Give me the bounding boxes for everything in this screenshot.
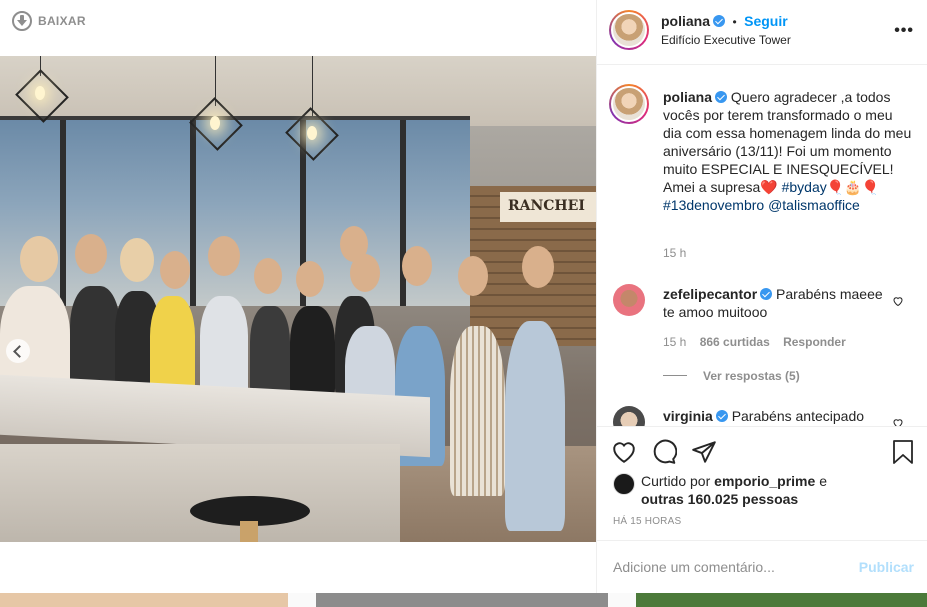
post-photo[interactable]: RANCHEI <box>0 56 596 542</box>
liker-avatar[interactable] <box>613 473 635 495</box>
header-separator: • <box>732 15 737 29</box>
photo-window <box>0 116 470 306</box>
comment-time[interactable]: 15 h <box>663 335 686 349</box>
verified-icon <box>715 410 728 422</box>
related-post-thumb[interactable] <box>0 593 288 607</box>
mention-talismaoffice[interactable]: @talismaoffice <box>768 197 860 213</box>
likes-prefix: Curtido por <box>641 473 711 489</box>
related-post-thumb[interactable] <box>316 593 608 607</box>
previous-photo-button[interactable] <box>6 339 30 363</box>
add-comment-bar: Publicar <box>597 540 927 593</box>
likes-connector: e <box>819 473 827 489</box>
person <box>150 296 195 396</box>
hashtag-byday[interactable]: #byday🎈🎂🎈 <box>782 179 879 195</box>
comment-input[interactable] <box>613 557 843 577</box>
caption-username[interactable]: poliana <box>663 89 712 105</box>
person-head <box>208 236 240 276</box>
caption-time[interactable]: 15 h <box>663 246 686 260</box>
download-button[interactable]: BAIXAR <box>12 11 86 31</box>
caption: poliana Quero agradecer ,a todos vocês p… <box>663 88 913 214</box>
likes-summary: Curtido por emporio_prime e outras 160.0… <box>641 472 827 508</box>
post-side-panel: poliana • Seguir Edifício Executive Towe… <box>596 0 927 593</box>
related-post-thumb[interactable] <box>636 593 927 607</box>
person-head <box>350 254 380 292</box>
photo-stool-leg <box>240 521 258 542</box>
post-media-area: BAIXAR RANCHEI <box>0 0 596 593</box>
lamp-cord <box>312 56 313 116</box>
person <box>250 306 290 396</box>
replies-line <box>663 375 687 376</box>
lamp-bulb <box>35 86 45 100</box>
window-mullion <box>190 120 196 306</box>
avatar[interactable] <box>609 10 649 50</box>
person-head <box>254 258 282 294</box>
likes-others-button[interactable]: outras 160.025 pessoas <box>641 491 798 507</box>
download-label: BAIXAR <box>38 14 86 28</box>
liker-username[interactable]: emporio_prime <box>714 473 815 489</box>
related-posts-strip <box>0 593 927 607</box>
comment: virginia Parabéns antecipado <box>663 407 885 425</box>
caption-avatar[interactable] <box>609 84 649 124</box>
person-head <box>120 238 154 282</box>
comment-avatar[interactable] <box>613 406 645 426</box>
lamp-bulb <box>307 126 317 140</box>
person <box>70 286 120 386</box>
save-icon[interactable] <box>891 439 915 465</box>
follow-button[interactable]: Seguir <box>744 13 788 29</box>
post-header: poliana • Seguir Edifício Executive Towe… <box>597 0 927 65</box>
comments-list[interactable]: poliana Quero agradecer ,a todos vocês p… <box>597 66 927 426</box>
like-comment-icon[interactable] <box>892 417 904 426</box>
comment-icon[interactable] <box>651 439 677 465</box>
comment-text: Parabéns antecipado <box>731 408 865 424</box>
verified-icon <box>713 15 726 27</box>
comment-avatar[interactable] <box>613 284 645 316</box>
lamp-bulb <box>210 116 220 130</box>
location-link[interactable]: Edifício Executive Tower <box>661 33 791 47</box>
person <box>200 296 248 396</box>
photo-sign: RANCHEI <box>500 192 596 222</box>
reply-button[interactable]: Responder <box>783 335 846 349</box>
comment-likes[interactable]: 866 curtidas <box>700 335 770 349</box>
person-head <box>458 256 488 296</box>
like-icon[interactable] <box>611 439 637 465</box>
person-head <box>160 251 190 289</box>
person-head <box>20 236 58 282</box>
person <box>505 321 565 531</box>
more-icon[interactable]: ••• <box>894 22 914 40</box>
avatar-image <box>611 86 647 122</box>
header-title-row: poliana • Seguir <box>661 13 788 31</box>
post-timestamp[interactable]: HÁ 15 HORAS <box>613 516 681 527</box>
publish-button[interactable]: Publicar <box>859 559 914 575</box>
hashtag-13denovembro[interactable]: #13denovembro <box>663 197 764 213</box>
post-actions <box>597 426 927 476</box>
window-mullion <box>60 120 66 306</box>
person-head <box>296 261 324 297</box>
strip-gap <box>288 593 316 607</box>
share-icon[interactable] <box>691 439 717 465</box>
comment-username[interactable]: zefelipecantor <box>663 286 757 302</box>
comment-username[interactable]: virginia <box>663 408 713 424</box>
comment: zefelipecantor Parabéns maeee te amoo mu… <box>663 285 885 321</box>
strip-gap <box>608 593 636 607</box>
person-head <box>402 246 432 286</box>
person <box>450 326 505 496</box>
view-replies-button[interactable]: Ver respostas (5) <box>703 369 800 383</box>
person <box>290 306 335 396</box>
comment-meta: 15 h 866 curtidas Responder <box>663 335 846 349</box>
like-comment-icon[interactable] <box>892 295 904 307</box>
person-head <box>75 234 107 274</box>
avatar-image <box>611 12 647 48</box>
header-username[interactable]: poliana <box>661 13 710 29</box>
person-head <box>522 246 554 288</box>
photo-counter-front <box>0 444 400 542</box>
download-icon <box>12 11 32 31</box>
verified-icon <box>760 288 773 300</box>
verified-icon <box>715 91 728 103</box>
